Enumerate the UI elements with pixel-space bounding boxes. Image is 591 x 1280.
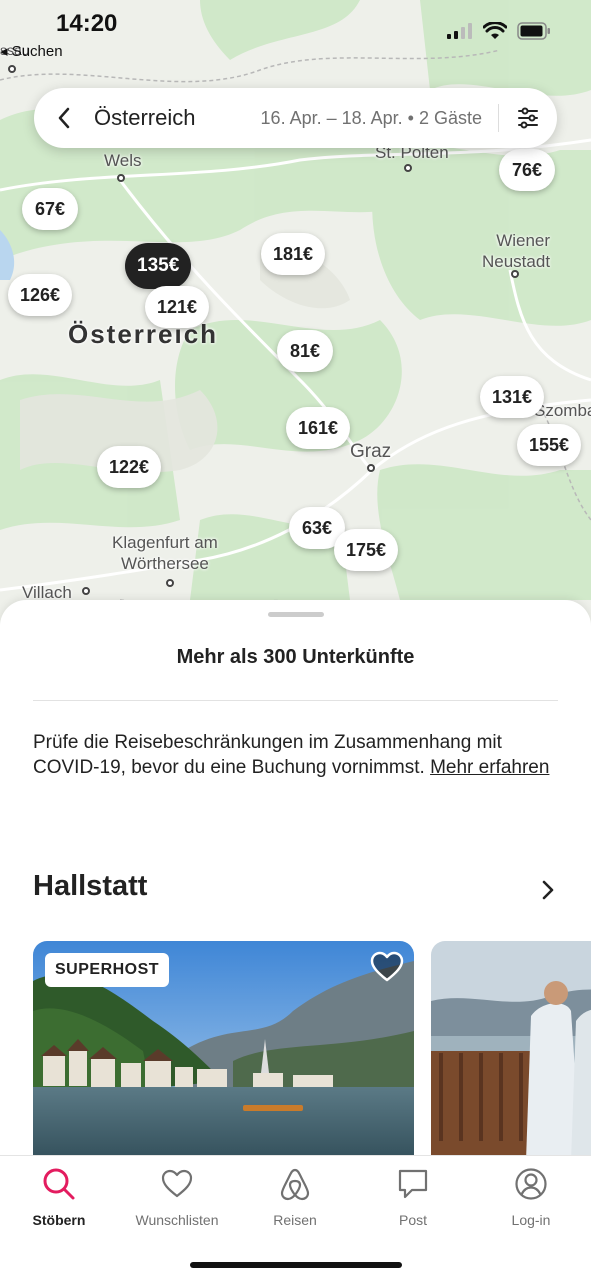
price-pin-selected[interactable]: 135€ (125, 243, 192, 289)
search-dates-guests[interactable]: 16. Apr. – 18. Apr. • 2 Gäste (261, 108, 482, 129)
section-title: Hallstatt (33, 870, 148, 902)
covid-more-link[interactable]: Mehr erfahren (430, 757, 549, 778)
place-wels: Wels (104, 151, 142, 170)
cellular-signal-icon (447, 23, 472, 39)
city-dot (511, 270, 519, 278)
divider (33, 700, 558, 701)
city-dot (404, 164, 412, 172)
price-pin[interactable]: 81€ (277, 330, 333, 372)
city-dot (117, 174, 125, 182)
back-button[interactable] (34, 88, 94, 148)
search-icon (43, 1168, 75, 1200)
price-pin[interactable]: 155€ (517, 424, 582, 466)
battery-icon (517, 22, 550, 40)
home-indicator[interactable] (190, 1262, 402, 1268)
city-dot (8, 65, 16, 73)
price-pin[interactable]: 76€ (499, 149, 555, 191)
price-pin[interactable]: 131€ (480, 376, 545, 418)
status-bar: 14:20 ◂ Suchen (0, 0, 591, 64)
tab-label: Wunschlisten (135, 1212, 219, 1228)
tab-label: Reisen (273, 1212, 317, 1228)
listing-card[interactable]: SUPERHOST (33, 941, 414, 1160)
tab-trips[interactable]: Reisen (240, 1166, 350, 1228)
chevron-right-icon[interactable] (534, 876, 562, 904)
listing-card[interactable] (431, 941, 591, 1160)
profile-icon (515, 1168, 547, 1200)
search-location[interactable]: Österreich (94, 105, 195, 131)
heart-icon (161, 1169, 193, 1198)
place-klagenfurt: Klagenfurt am Wörthersee (112, 533, 218, 574)
tab-inbox[interactable]: Post (358, 1166, 468, 1228)
results-sheet[interactable]: Mehr als 300 Unterkünfte Prüfe die Reise… (0, 600, 591, 1160)
back-to-app-link[interactable]: ◂ Suchen (0, 42, 63, 60)
listing-photo-balcony (431, 941, 591, 1160)
covid-notice: Prüfe die Reisebeschränkungen im Zusamme… (33, 730, 553, 780)
tab-login[interactable]: Log-in (476, 1166, 586, 1228)
tab-label: Log-in (511, 1212, 551, 1228)
tab-label: Post (398, 1212, 427, 1228)
filter-button[interactable] (499, 88, 557, 148)
tab-explore[interactable]: Stöbern (4, 1166, 114, 1228)
clock: 14:20 (56, 10, 118, 37)
price-pin[interactable]: 126€ (8, 274, 73, 316)
price-pin[interactable]: 175€ (334, 529, 399, 571)
place-wiener-neustadt: Wiener Neustadt (482, 231, 551, 272)
system-icons (447, 22, 551, 40)
tab-label: Stöbern (32, 1212, 86, 1228)
airbnb-icon (280, 1168, 310, 1201)
price-pin[interactable]: 121€ (145, 286, 210, 328)
filter-sliders-icon (518, 107, 538, 129)
sheet-drag-handle[interactable] (268, 612, 324, 617)
city-dot (82, 587, 90, 595)
search-bar[interactable]: Österreich 16. Apr. – 18. Apr. • 2 Gäste (34, 88, 557, 148)
price-pin[interactable]: 161€ (286, 407, 351, 449)
price-pin[interactable]: 122€ (97, 446, 162, 488)
results-count: Mehr als 300 Unterkünfte (176, 646, 415, 668)
tab-wishlists[interactable]: Wunschlisten (122, 1166, 232, 1228)
message-icon (398, 1169, 428, 1199)
city-dot (367, 464, 375, 472)
city-dot (166, 579, 174, 587)
price-pin[interactable]: 181€ (261, 233, 326, 275)
place-graz: Graz (350, 441, 392, 462)
heart-icon[interactable] (370, 951, 404, 983)
price-pin[interactable]: 67€ (22, 188, 78, 230)
superhost-badge: SUPERHOST (45, 953, 170, 987)
chevron-left-icon (58, 107, 70, 129)
wifi-icon (483, 22, 507, 39)
